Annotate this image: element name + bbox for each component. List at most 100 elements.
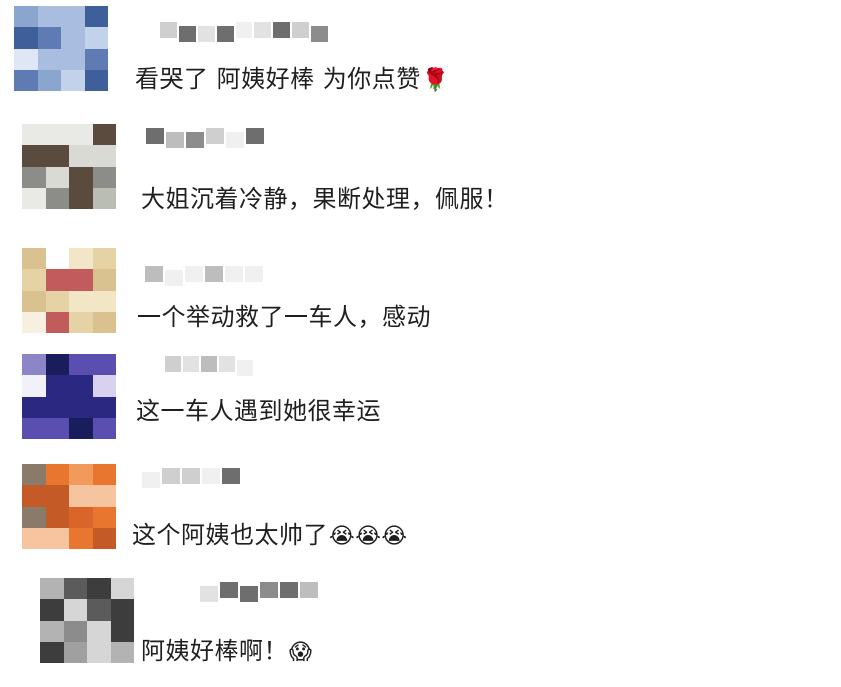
avatar-pixel: [22, 248, 46, 270]
avatar-pixel: [45, 485, 70, 507]
username-pixel: [254, 22, 272, 38]
username-pixel: [165, 270, 183, 286]
username-pixel: [202, 468, 220, 484]
username-pixel: [206, 128, 224, 144]
username-pixel: [240, 586, 258, 602]
comment-text: 这个阿姨也太帅了😭😭😭: [132, 520, 408, 552]
comment-body: 这一车人遇到她很幸运: [136, 397, 381, 425]
username-blurred[interactable]: [142, 468, 242, 488]
avatar[interactable]: [22, 354, 116, 439]
username-pixel: [235, 22, 253, 38]
avatar-pixel: [110, 578, 134, 600]
username-pixel: [237, 360, 253, 376]
username-blurred[interactable]: [145, 266, 265, 286]
avatar-pixel: [69, 506, 93, 529]
avatar-pixel: [69, 269, 93, 291]
username-blurred[interactable]: [160, 22, 330, 42]
avatar-pixel: [92, 166, 116, 189]
avatar-pixel: [92, 527, 116, 549]
avatar-pixel: [40, 620, 64, 643]
avatar[interactable]: [22, 248, 116, 333]
avatar[interactable]: [22, 464, 116, 549]
avatar-pixel: [22, 485, 46, 507]
avatar-pixel: [84, 69, 108, 91]
avatar-pixel: [69, 354, 93, 376]
avatar-pixel: [22, 311, 46, 333]
avatar[interactable]: [22, 124, 116, 209]
avatar-pixel: [92, 269, 116, 291]
avatar-pixel: [45, 290, 70, 313]
avatar-pixel: [92, 464, 116, 486]
avatar-pixel: [87, 641, 111, 663]
username-pixel: [200, 586, 218, 602]
avatar-pixel: [22, 166, 46, 189]
avatar-pixel: [69, 311, 93, 333]
username-pixel: [220, 582, 238, 598]
avatar-pixel: [37, 27, 62, 49]
avatar-pixel: [69, 417, 93, 439]
comment-text: 这一车人遇到她很幸运: [136, 396, 381, 426]
comment-item: 这一车人遇到她很幸运: [0, 350, 841, 462]
avatar-pixel: [92, 396, 116, 419]
avatar-pixel: [45, 506, 70, 529]
comment-body: 看哭了 阿姨好棒 为你点赞: [135, 65, 421, 93]
avatar-pixel: [92, 248, 116, 270]
avatar-pixel: [45, 464, 70, 486]
username-pixel: [219, 356, 235, 372]
avatar-pixel: [69, 527, 93, 549]
avatar-pixel: [40, 599, 64, 621]
avatar[interactable]: [40, 578, 134, 663]
comment-feed: 看哭了 阿姨好棒 为你点赞🌹 大姐沉着冷静，果断处理，佩服！ 一个举动救了一车人…: [0, 0, 841, 687]
username-pixel: [165, 356, 181, 372]
avatar-pixel: [69, 485, 93, 507]
username-pixel: [245, 266, 263, 282]
avatar-pixel: [22, 375, 46, 397]
avatar-pixel: [84, 27, 108, 49]
avatar-pixel: [37, 6, 62, 28]
avatar-pixel: [84, 48, 108, 71]
username-pixel: [166, 132, 184, 148]
avatar-pixel: [69, 375, 93, 397]
username-pixel: [216, 26, 234, 42]
avatar-pixel: [45, 166, 70, 189]
avatar-pixel: [22, 124, 46, 146]
avatar-pixel: [92, 124, 116, 146]
avatar-pixel: [63, 578, 88, 600]
comment-item: 阿姨好棒啊！😱: [0, 574, 841, 686]
avatar-pixel: [22, 464, 46, 486]
avatar-pixel: [45, 145, 70, 167]
avatar-pixel: [69, 464, 93, 486]
avatar-pixel: [45, 396, 70, 419]
avatar-pixel: [110, 599, 134, 621]
comment-item: 大姐沉着冷静，果断处理，佩服！: [0, 118, 841, 230]
comment-item: 这个阿姨也太帅了😭😭😭: [0, 458, 841, 570]
username-pixel: [292, 22, 310, 38]
comment-item: 一个举动救了一车人，感动: [0, 236, 841, 348]
username-blurred[interactable]: [165, 356, 255, 376]
avatar-pixel: [45, 375, 70, 397]
avatar-pixel: [69, 166, 93, 189]
avatar-pixel: [45, 417, 70, 439]
username-blurred[interactable]: [146, 128, 266, 148]
avatar-pixel: [14, 48, 38, 71]
username-blurred[interactable]: [200, 582, 320, 602]
username-pixel: [182, 468, 200, 484]
avatar[interactable]: [14, 6, 108, 91]
username-pixel: [273, 22, 291, 38]
username-pixel: [185, 266, 203, 282]
avatar-pixel: [69, 396, 93, 419]
avatar-pixel: [22, 396, 46, 419]
avatar-pixel: [22, 527, 46, 549]
avatar-pixel: [84, 6, 108, 28]
username-pixel: [201, 356, 217, 372]
avatar-pixel: [37, 48, 62, 71]
username-pixel: [183, 356, 199, 372]
username-pixel: [222, 468, 240, 484]
username-pixel: [311, 26, 328, 42]
avatar-pixel: [40, 578, 64, 600]
avatar-pixel: [63, 599, 88, 621]
username-pixel: [197, 26, 215, 42]
username-pixel: [186, 132, 204, 148]
avatar-pixel: [45, 311, 70, 333]
avatar-pixel: [22, 290, 46, 313]
